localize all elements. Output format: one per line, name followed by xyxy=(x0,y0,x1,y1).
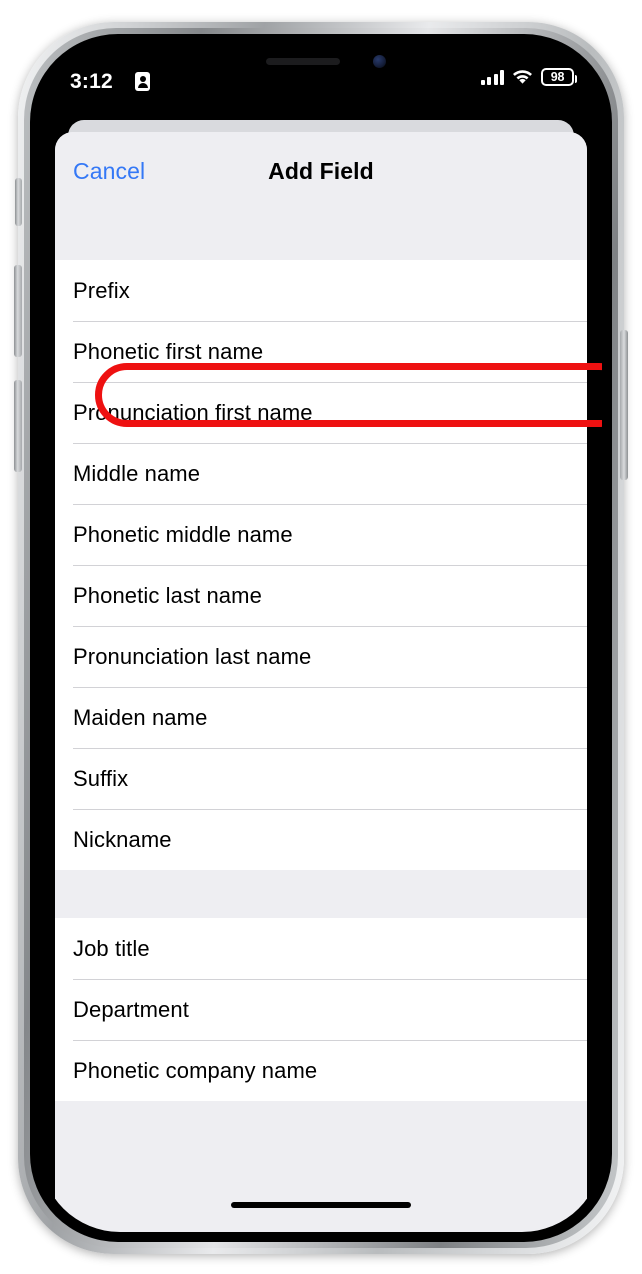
wifi-icon xyxy=(512,69,533,85)
status-right-icons: 98 xyxy=(480,68,577,86)
battery-indicator: 98 xyxy=(541,68,577,86)
list-item-pronunciation-first-name[interactable]: Pronunciation first name xyxy=(55,382,587,443)
battery-percent-label: 98 xyxy=(550,70,565,84)
list-item-label: Middle name xyxy=(73,460,201,486)
field-group-work: Job title Department Phonetic company na… xyxy=(55,918,587,1101)
list-item-label: Pronunciation last name xyxy=(73,643,312,669)
list-item-phonetic-last-name[interactable]: Phonetic last name xyxy=(55,565,587,626)
earpiece-speaker-icon xyxy=(266,58,340,65)
power-button[interactable] xyxy=(620,330,628,480)
list-item-maiden-name[interactable]: Maiden name xyxy=(55,687,587,748)
notch xyxy=(223,44,419,78)
list-item-label: Maiden name xyxy=(73,704,208,730)
list-item-label: Nickname xyxy=(73,826,172,852)
home-indicator[interactable] xyxy=(231,1202,411,1208)
status-time: 3:12 xyxy=(70,70,113,93)
list-item-middle-name[interactable]: Middle name xyxy=(55,443,587,504)
page-title: Add Field xyxy=(268,158,374,184)
add-field-sheet: Cancel Add Field Prefix Phonetic first n… xyxy=(55,132,587,1232)
list-item-label: Pronunciation first name xyxy=(73,399,313,425)
group-separator xyxy=(55,870,587,918)
front-camera-icon xyxy=(373,55,386,68)
contact-card-icon xyxy=(135,72,150,91)
list-item-suffix[interactable]: Suffix xyxy=(55,748,587,809)
volume-down-button[interactable] xyxy=(14,380,22,472)
list-item-label: Prefix xyxy=(73,277,130,303)
sheet-header: Cancel Add Field xyxy=(55,132,587,260)
list-item-label: Job title xyxy=(73,935,150,961)
sheet-bottom-area xyxy=(55,1101,587,1199)
list-item-label: Phonetic middle name xyxy=(73,521,293,547)
field-group-name: Prefix Phonetic first name Pronunciation… xyxy=(55,260,587,870)
list-item-pronunciation-last-name[interactable]: Pronunciation last name xyxy=(55,626,587,687)
list-item-department[interactable]: Department xyxy=(55,979,587,1040)
mute-switch-button[interactable] xyxy=(15,178,22,226)
phone-screen: 3:12 98 Cancel Add Field Prefix Phonetic… xyxy=(40,44,602,1232)
list-item-nickname[interactable]: Nickname xyxy=(55,809,587,870)
screenshot-stage: 3:12 98 Cancel Add Field Prefix Phonetic… xyxy=(0,0,642,1274)
list-item-label: Phonetic first name xyxy=(73,338,264,364)
list-item-label: Suffix xyxy=(73,765,129,791)
list-item-prefix[interactable]: Prefix xyxy=(55,260,587,321)
list-item-phonetic-first-name[interactable]: Phonetic first name xyxy=(55,321,587,382)
list-item-label: Phonetic company name xyxy=(73,1057,318,1083)
volume-up-button[interactable] xyxy=(14,265,22,357)
list-item-label: Department xyxy=(73,996,189,1022)
list-item-job-title[interactable]: Job title xyxy=(55,918,587,979)
cellular-signal-icon xyxy=(480,69,504,85)
list-item-label: Phonetic last name xyxy=(73,582,262,608)
list-item-phonetic-company-name[interactable]: Phonetic company name xyxy=(55,1040,587,1101)
list-item-phonetic-middle-name[interactable]: Phonetic middle name xyxy=(55,504,587,565)
